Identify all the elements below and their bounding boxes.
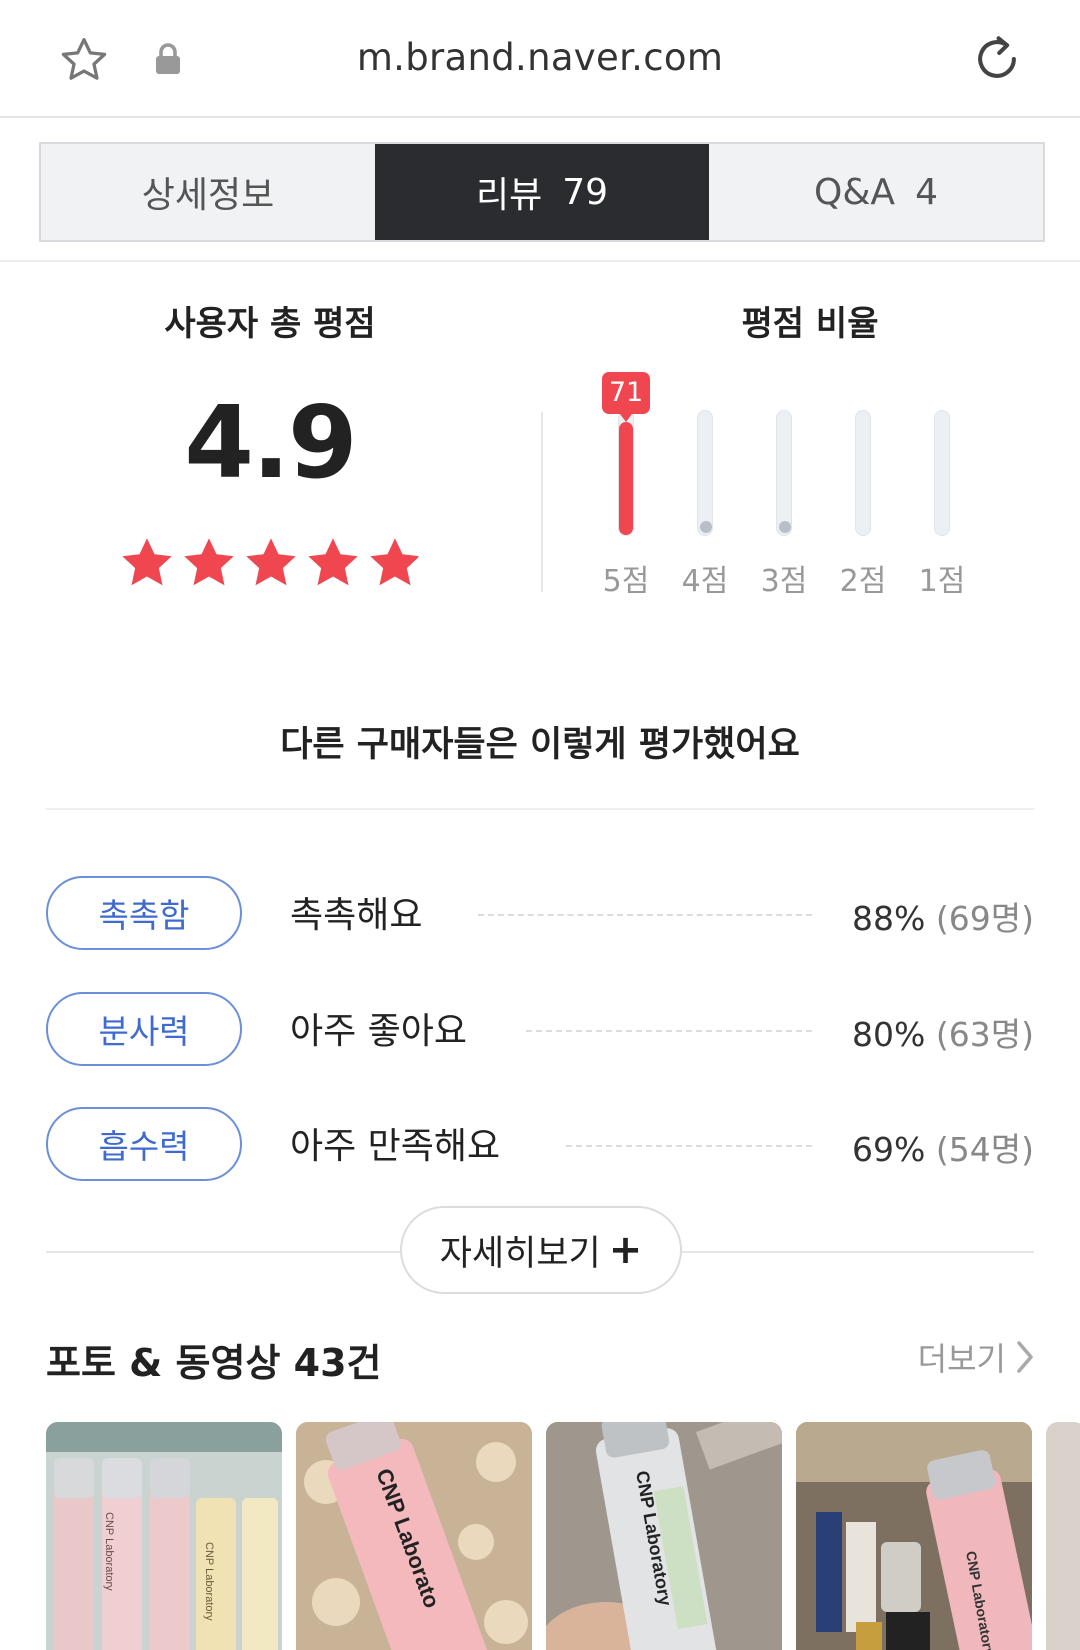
rating-bar-track — [776, 410, 792, 536]
evaluation-percent-value: 88% — [852, 899, 926, 938]
rating-bar-label: 1점 — [918, 564, 966, 599]
evaluation-row: 흡수력 아주 만족해요 69% (54명) — [46, 1107, 1034, 1183]
total-rating-title: 사용자 총 평점 — [164, 304, 376, 344]
star-icon — [122, 538, 172, 586]
evaluation-percent-value: 69% — [852, 1130, 926, 1169]
rating-bar-track — [618, 410, 634, 536]
tab-reviews-count: 79 — [562, 171, 609, 213]
average-score: 4.9 — [184, 384, 357, 501]
evaluation-tag[interactable]: 분사력 — [46, 992, 242, 1066]
chevron-right-icon — [1017, 1341, 1033, 1373]
rating-bar-label: 4점 — [681, 564, 729, 599]
bottle-brand-text: CNP Laboratory — [103, 1512, 115, 1591]
evaluation-tag[interactable]: 촉촉함 — [46, 876, 242, 950]
rating-bar-label: 2점 — [839, 564, 887, 599]
rating-bar-track — [697, 410, 713, 536]
evaluation-count: (69명) — [935, 899, 1034, 938]
url-text[interactable]: m.brand.naver.com — [0, 36, 1080, 79]
star-rating — [118, 534, 424, 592]
photo-thumbnail[interactable]: CNP Laborato — [296, 1422, 532, 1650]
tab-reviews-label: 리뷰 — [475, 175, 543, 216]
evaluation-percent: 69% (54명) — [852, 1123, 1034, 1171]
dotted-leader — [478, 914, 812, 916]
photo-thumbnail[interactable]: CNP Laboratory — [546, 1422, 782, 1650]
plus-icon: + — [608, 1227, 643, 1273]
see-more-button[interactable]: 자세히보기 + — [400, 1206, 682, 1294]
photo-thumbnail[interactable] — [1046, 1422, 1080, 1650]
product-photo: CNP Laboratory — [546, 1422, 782, 1650]
evaluation-percent-value: 80% — [852, 1015, 926, 1054]
tab-details[interactable]: 상세정보 — [41, 144, 375, 240]
dotted-leader — [566, 1145, 812, 1147]
rating-bar-fill — [700, 521, 712, 533]
browser-url-bar: m.brand.naver.com — [0, 0, 1080, 118]
star-icon — [246, 538, 296, 586]
product-photo: CNP Laboratory — [796, 1422, 1032, 1650]
evaluation-count: (63명) — [935, 1015, 1034, 1054]
photo-thumbnail[interactable]: CNP Laboratory CNP Laboratory — [46, 1422, 282, 1650]
tab-details-label: 상세정보 — [141, 175, 275, 216]
dotted-leader — [526, 1030, 812, 1032]
evaluation-row: 촉촉함 촉촉해요 88% (69명) — [46, 876, 1034, 952]
rating-bar-track — [855, 410, 871, 536]
tab-qna[interactable]: Q&A 4 — [709, 144, 1043, 240]
photo-more-link[interactable]: 더보기 — [918, 1334, 1036, 1380]
evaluation-count: (54명) — [935, 1130, 1034, 1169]
reload-icon[interactable] — [970, 32, 1024, 86]
photo-thumbnail-strip: CNP Laboratory CNP Laboratory CNP Labora… — [46, 1422, 1080, 1650]
product-photo: CNP Laboratory CNP Laboratory — [46, 1422, 282, 1650]
tab-bar-container: 상세정보 리뷰 79 Q&A 4 — [0, 118, 1080, 262]
tab-qna-label: Q&A — [814, 171, 896, 213]
rating-count-badge: 71 — [602, 372, 650, 422]
tab-qna-count: 4 — [915, 171, 938, 213]
evaluation-answer: 아주 좋아요 — [290, 1011, 468, 1052]
see-more-label: 자세히보기 — [439, 1233, 601, 1274]
evaluation-percent: 80% (63명) — [852, 1008, 1034, 1056]
rating-bar-fill — [619, 422, 633, 535]
star-icon — [308, 538, 358, 586]
tab-bar: 상세정보 리뷰 79 Q&A 4 — [39, 142, 1045, 242]
rating-bar-label: 3점 — [760, 564, 808, 599]
rating-bar-track — [934, 410, 950, 536]
star-icon — [370, 538, 420, 586]
rating-divider — [541, 412, 543, 592]
bottle-brand-text: CNP Laboratory — [203, 1542, 215, 1621]
evaluation-tag[interactable]: 흡수력 — [46, 1107, 242, 1181]
photo-more-label: 더보기 — [917, 1340, 1006, 1378]
photo-video-title: 포토 & 동영상 43건 — [46, 1341, 382, 1385]
divider — [46, 808, 1034, 810]
product-photo: CNP Laborato — [296, 1422, 532, 1650]
rating-bar-label: 5점 — [602, 564, 650, 599]
evaluation-percent: 88% (69명) — [852, 892, 1034, 940]
rating-ratio-title: 평점 비율 — [741, 304, 879, 344]
evaluation-answer: 아주 만족해요 — [290, 1126, 501, 1167]
evaluation-title: 다른 구매자들은 이렇게 평가했어요 — [280, 725, 800, 765]
evaluation-answer: 촉촉해요 — [290, 895, 423, 936]
star-icon — [184, 538, 234, 586]
photo-thumbnail[interactable]: CNP Laboratory — [796, 1422, 1032, 1650]
tab-reviews[interactable]: 리뷰 79 — [375, 144, 709, 240]
rating-bar-fill — [779, 521, 791, 533]
evaluation-row: 분사력 아주 좋아요 80% (63명) — [46, 992, 1034, 1068]
